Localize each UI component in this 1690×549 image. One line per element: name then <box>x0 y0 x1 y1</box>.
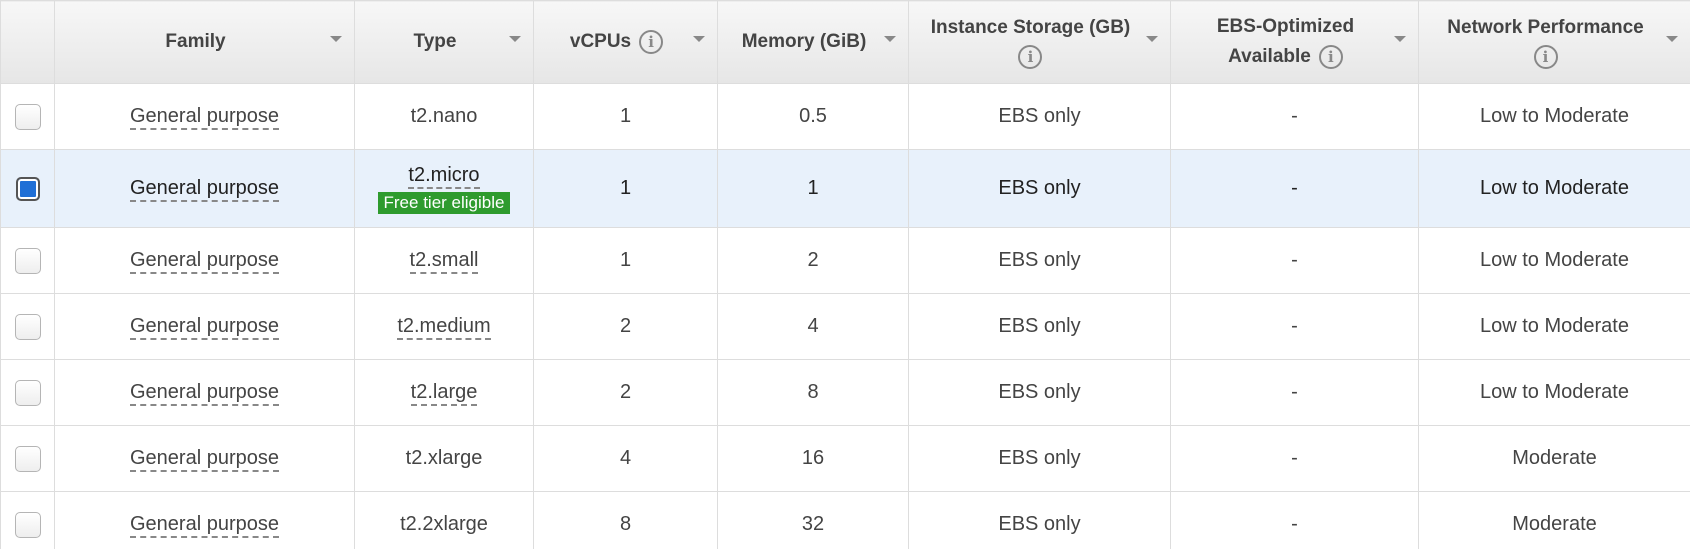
storage-cell: EBS only <box>998 513 1081 535</box>
family-link[interactable]: General purpose <box>130 249 279 274</box>
row-checkbox[interactable] <box>14 247 41 274</box>
ebs-optimized-cell: - <box>1291 447 1298 469</box>
column-header-memory[interactable]: Memory (GiB) <box>717 0 909 84</box>
vcpus-cell: 2 <box>619 381 632 403</box>
ebs-optimized-cell: - <box>1291 177 1298 199</box>
storage-cell: EBS only <box>998 249 1081 271</box>
memory-cell: 8 <box>807 381 819 403</box>
family-link[interactable]: General purpose <box>130 105 279 130</box>
table-row[interactable]: General purpose t2.medium 2 4 EBS only -… <box>0 293 1690 360</box>
column-header-vcpus[interactable]: vCPUs i <box>533 0 718 84</box>
network-cell: Low to Moderate <box>1480 249 1629 271</box>
table-row[interactable]: General purpose t2.2xlarge 8 32 EBS only… <box>0 491 1690 549</box>
column-header-ebs-optimized[interactable]: EBS-Optimized Available i <box>1170 0 1419 84</box>
type-cell: t2.xlarge <box>405 447 483 469</box>
sort-caret-icon[interactable] <box>1394 36 1406 42</box>
instance-type-table: Family Type vCPUs i Memory (GiB) Instance… <box>0 0 1690 549</box>
row-checkbox-checked[interactable] <box>15 176 40 201</box>
select-column-header <box>0 0 55 84</box>
row-checkbox[interactable] <box>14 103 41 130</box>
type-cell: t2.2xlarge <box>400 513 488 535</box>
table-row[interactable]: General purpose t2.small 1 2 EBS only - … <box>0 227 1690 294</box>
column-header-label: Family <box>165 31 226 52</box>
column-header-type[interactable]: Type <box>354 0 534 84</box>
sort-caret-icon[interactable] <box>1666 36 1678 42</box>
vcpus-cell: 1 <box>619 177 632 199</box>
column-header-label: Instance Storage (GB) <box>930 16 1131 38</box>
type-link[interactable]: t2.large <box>410 381 478 406</box>
family-link[interactable]: General purpose <box>130 381 279 406</box>
ebs-optimized-cell: - <box>1291 315 1298 337</box>
type-link[interactable]: t2.micro <box>408 164 480 189</box>
family-link[interactable]: General purpose <box>130 447 279 472</box>
network-cell: Low to Moderate <box>1480 177 1629 199</box>
ebs-optimized-cell: - <box>1291 105 1298 127</box>
storage-cell: EBS only <box>998 315 1081 337</box>
family-link[interactable]: General purpose <box>130 177 279 202</box>
vcpus-cell: 1 <box>619 105 632 127</box>
column-header-family[interactable]: Family <box>54 0 355 84</box>
info-icon[interactable]: i <box>1018 44 1043 69</box>
ebs-optimized-cell: - <box>1291 381 1298 403</box>
sort-caret-icon[interactable] <box>693 36 705 42</box>
network-cell: Low to Moderate <box>1480 315 1629 337</box>
memory-cell: 32 <box>801 513 825 535</box>
ebs-optimized-cell: - <box>1291 249 1298 271</box>
network-cell: Low to Moderate <box>1480 105 1629 127</box>
column-header-label: Type <box>413 31 457 52</box>
family-link[interactable]: General purpose <box>130 315 279 340</box>
sort-caret-icon[interactable] <box>884 36 896 42</box>
vcpus-cell: 1 <box>619 249 632 271</box>
column-header-label: Network Performance <box>1447 16 1644 38</box>
vcpus-cell: 2 <box>619 315 632 337</box>
memory-cell: 4 <box>807 315 819 337</box>
sort-caret-icon[interactable] <box>509 36 521 42</box>
memory-cell: 2 <box>807 249 819 271</box>
type-link[interactable]: t2.small <box>409 249 479 274</box>
sort-caret-icon[interactable] <box>1146 36 1158 42</box>
storage-cell: EBS only <box>998 105 1081 127</box>
info-icon[interactable]: i <box>639 29 664 54</box>
table-row[interactable]: General purpose t2.xlarge 4 16 EBS only … <box>0 425 1690 492</box>
free-tier-badge: Free tier eligible <box>377 192 511 214</box>
network-cell: Moderate <box>1512 447 1597 469</box>
instance-type-table-container: Family Type vCPUs i Memory (GiB) Instance… <box>0 0 1690 549</box>
type-cell: t2.nano <box>410 105 478 127</box>
family-link[interactable]: General purpose <box>130 513 279 538</box>
memory-cell: 1 <box>807 177 819 199</box>
info-icon[interactable]: i <box>1318 44 1343 69</box>
memory-cell: 16 <box>801 447 825 469</box>
network-cell: Low to Moderate <box>1480 381 1629 403</box>
storage-cell: EBS only <box>998 381 1081 403</box>
column-header-network-performance[interactable]: Network Performance i <box>1418 0 1690 84</box>
column-header-label: vCPUs <box>569 31 632 52</box>
storage-cell: EBS only <box>998 447 1081 469</box>
column-header-instance-storage[interactable]: Instance Storage (GB) i <box>908 0 1171 84</box>
ebs-optimized-cell: - <box>1291 513 1298 535</box>
table-row[interactable]: General purpose t2.large 2 8 EBS only - … <box>0 359 1690 426</box>
vcpus-cell: 8 <box>619 513 632 535</box>
table-header-row: Family Type vCPUs i Memory (GiB) Instance… <box>0 0 1690 84</box>
type-link[interactable]: t2.medium <box>397 315 491 340</box>
info-icon[interactable]: i <box>1533 44 1558 69</box>
sort-caret-icon[interactable] <box>330 36 342 42</box>
vcpus-cell: 4 <box>619 447 632 469</box>
row-checkbox[interactable] <box>14 313 41 340</box>
network-cell: Moderate <box>1512 513 1597 535</box>
row-checkbox[interactable] <box>14 379 41 406</box>
storage-cell: EBS only <box>998 177 1081 199</box>
row-checkbox[interactable] <box>14 511 41 538</box>
table-row[interactable]: General purpose t2.nano 1 0.5 EBS only -… <box>0 83 1690 150</box>
memory-cell: 0.5 <box>799 105 827 127</box>
column-header-label: Memory (GiB) <box>741 31 867 52</box>
table-row-selected[interactable]: General purpose t2.micro Free tier eligi… <box>0 149 1690 228</box>
row-checkbox[interactable] <box>14 445 41 472</box>
column-header-label: EBS-Optimized <box>1216 16 1355 37</box>
column-header-label: Available <box>1228 46 1311 67</box>
